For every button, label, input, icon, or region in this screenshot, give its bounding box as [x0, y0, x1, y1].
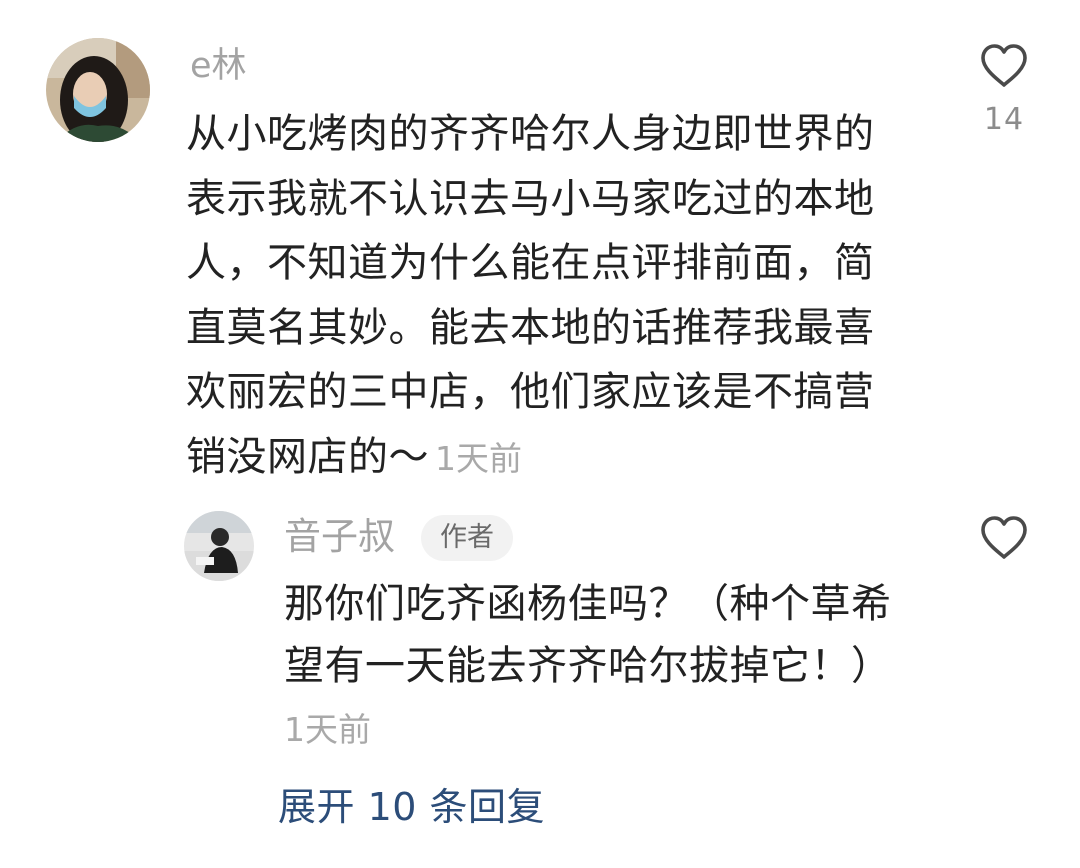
heart-outline-icon[interactable]	[974, 514, 1034, 562]
author-badge: 作者	[421, 515, 513, 561]
comment-like-group: 14	[974, 42, 1034, 138]
reply-author-avatar[interactable]	[184, 511, 254, 581]
reply-username[interactable]: 音子叔	[284, 514, 395, 560]
expand-replies-link[interactable]: 展开 10 条回复	[278, 783, 545, 831]
reply-time: 1天前	[284, 710, 371, 749]
commenter-username[interactable]: e林	[190, 44, 247, 88]
heart-outline-icon[interactable]	[974, 42, 1034, 90]
reply-body: 那你们吃齐函杨佳吗？（种个草希望有一天能去齐齐哈尔拔掉它！）	[284, 581, 892, 689]
commenter-avatar[interactable]	[46, 38, 150, 142]
like-count: 14	[983, 102, 1025, 137]
comment-text: 从小吃烤肉的齐齐哈尔人身边即世界的表示我就不认识去马小马家吃过的本地人，不知道为…	[186, 111, 875, 480]
reply-like-group	[974, 514, 1034, 562]
comment-body: 从小吃烤肉的齐齐哈尔人身边即世界的表示我就不认识去马小马家吃过的本地人，不知道为…	[186, 102, 902, 491]
comment-time: 1天前	[435, 438, 522, 478]
